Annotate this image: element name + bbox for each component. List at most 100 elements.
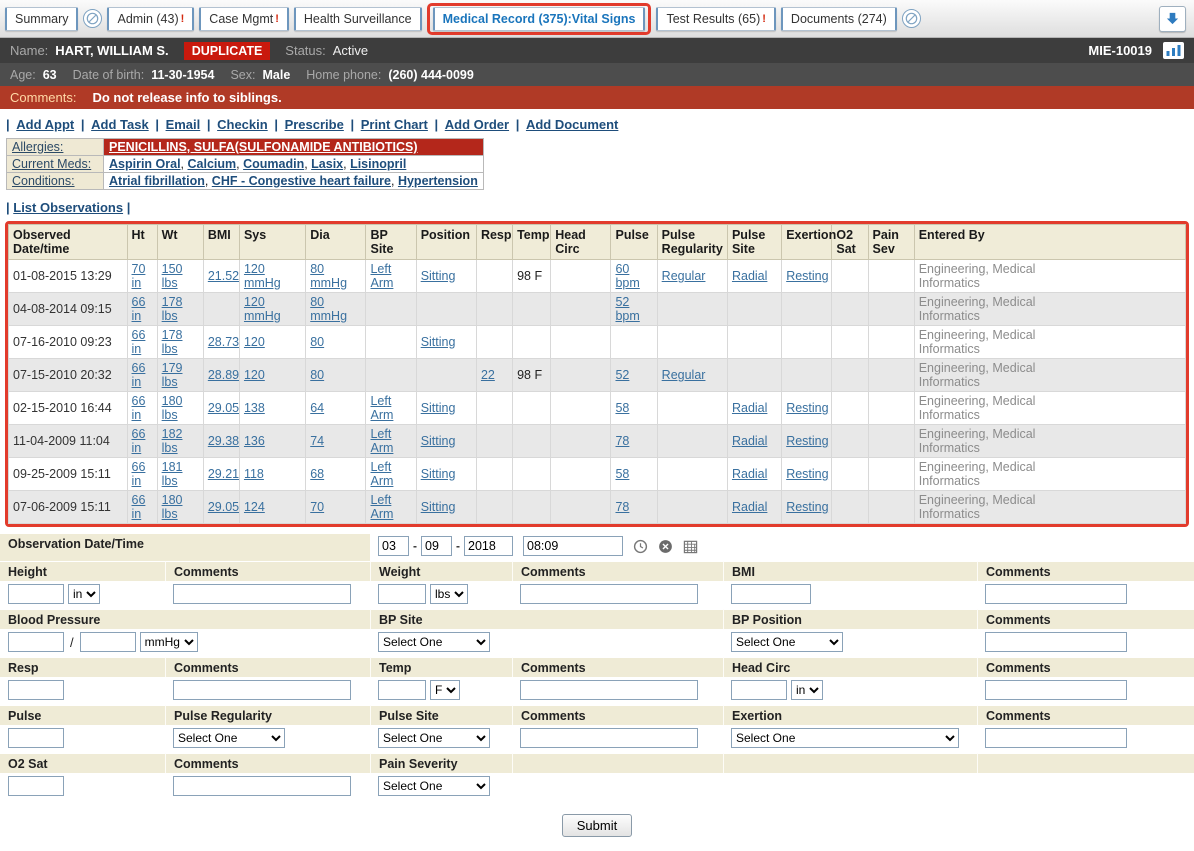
exertion-comments-input[interactable] bbox=[985, 728, 1127, 748]
vital-value-link[interactable]: 150 lbs bbox=[162, 262, 183, 290]
height-input[interactable] bbox=[8, 584, 64, 604]
pain-severity-select[interactable]: Select One bbox=[378, 776, 490, 796]
vital-value-link[interactable]: Resting bbox=[786, 467, 828, 481]
vital-value-link[interactable]: Resting bbox=[786, 269, 828, 283]
vital-value-link[interactable]: 181 lbs bbox=[162, 460, 183, 488]
vital-value-link[interactable]: 29.21 bbox=[208, 467, 239, 481]
vital-value-link[interactable]: Left Arm bbox=[370, 460, 393, 488]
bp-comments-input[interactable] bbox=[985, 632, 1127, 652]
med-link-calcium[interactable]: Calcium bbox=[188, 157, 237, 171]
vital-value-link[interactable]: 180 lbs bbox=[162, 493, 183, 521]
bp-unit-select[interactable]: mmHg bbox=[140, 632, 198, 652]
vital-value-link[interactable]: Sitting bbox=[421, 335, 456, 349]
vital-value-link[interactable]: Radial bbox=[732, 500, 767, 514]
height-unit-select[interactable]: in bbox=[68, 584, 100, 604]
action-link-prescribe[interactable]: Prescribe bbox=[285, 117, 344, 132]
vital-value-link[interactable]: 52 bpm bbox=[615, 295, 639, 323]
tab-health-surveillance[interactable]: Health Surveillance bbox=[294, 7, 422, 31]
vital-value-link[interactable]: 80 mmHg bbox=[310, 262, 347, 290]
vital-value-link[interactable]: 120 mmHg bbox=[244, 262, 281, 290]
tab-documents-274[interactable]: Documents (274) bbox=[781, 7, 897, 31]
vital-value-link[interactable]: 66 in bbox=[132, 394, 146, 422]
vital-value-link[interactable]: Radial bbox=[732, 269, 767, 283]
o2-comments-input[interactable] bbox=[173, 776, 351, 796]
vital-value-link[interactable]: 66 in bbox=[132, 328, 146, 356]
vital-value-link[interactable]: 70 bbox=[310, 500, 324, 514]
vital-value-link[interactable]: 136 bbox=[244, 434, 265, 448]
vital-value-link[interactable]: Sitting bbox=[421, 434, 456, 448]
vital-value-link[interactable]: 80 mmHg bbox=[310, 295, 347, 323]
head-circ-comments-input[interactable] bbox=[985, 680, 1127, 700]
vital-value-link[interactable]: 66 in bbox=[132, 361, 146, 389]
vital-value-link[interactable]: Left Arm bbox=[370, 493, 393, 521]
calendar-icon[interactable] bbox=[683, 539, 698, 554]
time-input[interactable] bbox=[523, 536, 623, 556]
action-link-add-appt[interactable]: Add Appt bbox=[16, 117, 74, 132]
resp-input[interactable] bbox=[8, 680, 64, 700]
list-observations-link[interactable]: List Observations bbox=[13, 200, 123, 215]
chart-graph-icon[interactable] bbox=[1163, 42, 1184, 59]
vital-value-link[interactable]: 178 lbs bbox=[162, 328, 183, 356]
vital-value-link[interactable]: 180 lbs bbox=[162, 394, 183, 422]
med-link-lasix[interactable]: Lasix bbox=[311, 157, 343, 171]
submit-button[interactable]: Submit bbox=[562, 814, 632, 837]
height-comments-input[interactable] bbox=[173, 584, 351, 604]
bmi-input[interactable] bbox=[731, 584, 811, 604]
vital-value-link[interactable]: 78 bbox=[615, 500, 629, 514]
allergies-value-link[interactable]: PENICILLINS, SULFA(SULFONAMIDE ANTIBIOTI… bbox=[109, 140, 418, 154]
vital-value-link[interactable]: 80 bbox=[310, 335, 324, 349]
temp-comments-input[interactable] bbox=[520, 680, 698, 700]
tab-admin-43[interactable]: Admin (43)! bbox=[107, 7, 194, 31]
tab-test-results-65[interactable]: Test Results (65)! bbox=[656, 7, 775, 31]
vital-value-link[interactable]: 22 bbox=[481, 368, 495, 382]
vital-value-link[interactable]: 28.89 bbox=[208, 368, 239, 382]
vital-value-link[interactable]: 68 bbox=[310, 467, 324, 481]
vital-value-link[interactable]: 78 bbox=[615, 434, 629, 448]
vital-value-link[interactable]: 124 bbox=[244, 500, 265, 514]
pulse-regularity-select[interactable]: Select One bbox=[173, 728, 285, 748]
bp-systolic-input[interactable] bbox=[8, 632, 64, 652]
vital-value-link[interactable]: Radial bbox=[732, 434, 767, 448]
vital-value-link[interactable]: Resting bbox=[786, 500, 828, 514]
weight-unit-select[interactable]: lbs bbox=[430, 584, 468, 604]
bp-position-select[interactable]: Select One bbox=[731, 632, 843, 652]
bp-diastolic-input[interactable] bbox=[80, 632, 136, 652]
download-button[interactable] bbox=[1159, 6, 1186, 32]
pulse-site-select[interactable]: Select One bbox=[378, 728, 490, 748]
vital-value-link[interactable]: 138 bbox=[244, 401, 265, 415]
vital-value-link[interactable]: 120 bbox=[244, 368, 265, 382]
vital-value-link[interactable]: Sitting bbox=[421, 269, 456, 283]
vital-value-link[interactable]: 66 in bbox=[132, 295, 146, 323]
vital-value-link[interactable]: Left Arm bbox=[370, 262, 393, 290]
exertion-select[interactable]: Select One bbox=[731, 728, 959, 748]
date-year-input[interactable] bbox=[464, 536, 513, 556]
vital-value-link[interactable]: Sitting bbox=[421, 467, 456, 481]
vital-value-link[interactable]: 28.73 bbox=[208, 335, 239, 349]
action-link-add-task[interactable]: Add Task bbox=[91, 117, 149, 132]
vital-value-link[interactable]: Sitting bbox=[421, 500, 456, 514]
vital-value-link[interactable]: Radial bbox=[732, 467, 767, 481]
vital-value-link[interactable]: 58 bbox=[615, 401, 629, 415]
head-circ-input[interactable] bbox=[731, 680, 787, 700]
clear-icon[interactable] bbox=[658, 539, 673, 554]
action-link-print-chart[interactable]: Print Chart bbox=[361, 117, 428, 132]
temp-unit-select[interactable]: F bbox=[430, 680, 460, 700]
pulse-input[interactable] bbox=[8, 728, 64, 748]
action-link-add-order[interactable]: Add Order bbox=[445, 117, 509, 132]
action-link-add-document[interactable]: Add Document bbox=[526, 117, 618, 132]
vital-value-link[interactable]: Radial bbox=[732, 401, 767, 415]
action-link-email[interactable]: Email bbox=[166, 117, 201, 132]
pulse-comments-input[interactable] bbox=[520, 728, 698, 748]
tab-case-mgmt[interactable]: Case Mgmt! bbox=[199, 7, 289, 31]
condition-link-hypertension[interactable]: Hypertension bbox=[398, 174, 478, 188]
date-day-input[interactable] bbox=[421, 536, 452, 556]
bp-site-select[interactable]: Select One bbox=[378, 632, 490, 652]
vital-value-link[interactable]: 66 in bbox=[132, 493, 146, 521]
vital-value-link[interactable]: 118 bbox=[244, 467, 264, 481]
o2-sat-input[interactable] bbox=[8, 776, 64, 796]
allergies-label-link[interactable]: Allergies: bbox=[12, 140, 63, 154]
date-month-input[interactable] bbox=[378, 536, 409, 556]
vital-value-link[interactable]: 21.52 bbox=[208, 269, 239, 283]
bmi-comments-input[interactable] bbox=[985, 584, 1127, 604]
vital-value-link[interactable]: 179 lbs bbox=[162, 361, 183, 389]
